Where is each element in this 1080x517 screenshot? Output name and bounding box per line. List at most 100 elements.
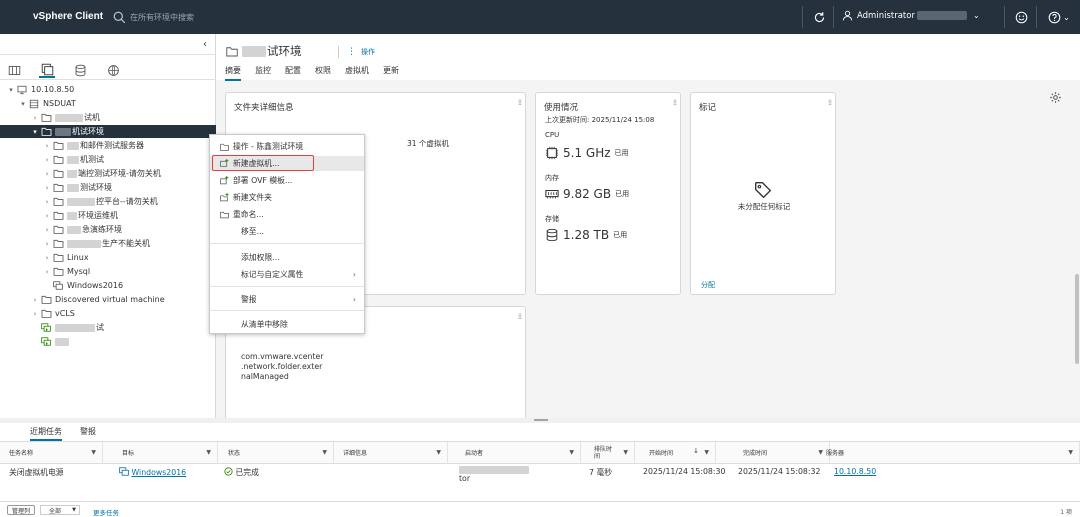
caret-right-icon[interactable]: › bbox=[42, 184, 52, 192]
tree-item[interactable]: Windows2016 bbox=[42, 279, 123, 292]
tree-item[interactable]: ▾ NSDUAT bbox=[18, 97, 76, 110]
storage-view-icon[interactable] bbox=[72, 62, 88, 78]
resize-knob[interactable] bbox=[534, 419, 548, 421]
actions-menu[interactable]: ⋮ 操作 bbox=[338, 46, 375, 58]
tree-item[interactable]: › 急演练环境 bbox=[42, 223, 122, 236]
column-header[interactable]: 完成时间 ▼ bbox=[734, 442, 830, 464]
hosts-clusters-view-icon[interactable] bbox=[6, 62, 22, 78]
column-header[interactable]: 排队时 间 ▼ bbox=[585, 442, 635, 464]
vms-templates-view-icon[interactable] bbox=[39, 62, 55, 78]
filter-icon[interactable]: ▼ bbox=[206, 449, 211, 456]
menu-item[interactable]: 新建文件夹 bbox=[210, 190, 364, 205]
menu-item[interactable]: 移至... bbox=[210, 224, 364, 239]
column-header[interactable]: 开始时间 ↓ ▼ bbox=[640, 442, 716, 464]
tab-updates[interactable]: 更新 bbox=[383, 65, 399, 81]
brand-name[interactable]: vSphere Client bbox=[33, 11, 103, 22]
tab-monitor[interactable]: 监控 bbox=[255, 65, 271, 81]
tree-item[interactable]: › Mysql bbox=[42, 265, 91, 278]
scrollbar-thumb[interactable] bbox=[1075, 274, 1079, 364]
caret-right-icon[interactable]: › bbox=[42, 170, 52, 178]
filter-icon[interactable]: ▼ bbox=[569, 449, 574, 456]
redacted-text bbox=[55, 113, 83, 122]
tree-item[interactable]: › 测试环境 bbox=[42, 181, 112, 194]
column-header[interactable]: 详细信息 ▼ bbox=[334, 442, 448, 464]
target-link[interactable]: Windows2016 bbox=[131, 468, 186, 477]
drag-handle-icon[interactable]: ⁞⁞ bbox=[518, 312, 522, 321]
filter-icon[interactable]: ▼ bbox=[1068, 449, 1073, 456]
global-search[interactable] bbox=[113, 9, 250, 25]
tree-item[interactable] bbox=[30, 335, 70, 348]
caret-right-icon[interactable]: › bbox=[42, 268, 52, 276]
filter-icon[interactable]: ▼ bbox=[623, 449, 628, 456]
caret-right-icon[interactable]: › bbox=[42, 212, 52, 220]
tab-recent-tasks[interactable]: 近期任务 bbox=[30, 426, 62, 441]
tab-vms[interactable]: 虚拟机 bbox=[345, 65, 369, 81]
tree-item[interactable]: › 端控测试环境-请勿关机 bbox=[42, 167, 161, 180]
tree-item[interactable]: ▾ 10.10.8.50 bbox=[6, 83, 74, 96]
column-header[interactable]: 任务名称 ▼ bbox=[0, 442, 103, 464]
search-input[interactable] bbox=[130, 12, 250, 22]
tree-item[interactable]: › Linux bbox=[42, 251, 89, 264]
caret-right-icon[interactable]: › bbox=[30, 114, 40, 122]
help-menu[interactable]: ⌄ bbox=[1047, 9, 1071, 25]
caret-right-icon[interactable]: › bbox=[42, 240, 52, 248]
assign-tag-link[interactable]: 分配 bbox=[701, 280, 715, 290]
caret-right-icon[interactable]: › bbox=[30, 296, 40, 304]
column-header[interactable]: 启动者 ▼ bbox=[456, 442, 581, 464]
menu-item[interactable]: 标记与自定义属性 › bbox=[210, 267, 364, 282]
networking-view-icon[interactable] bbox=[105, 62, 121, 78]
more-tasks-link[interactable]: 更多任务 bbox=[93, 507, 119, 517]
menu-item[interactable]: 从清单中移除 bbox=[210, 317, 364, 332]
filter-icon[interactable]: ▼ bbox=[91, 449, 96, 456]
caret-down-icon[interactable]: ▾ bbox=[6, 86, 16, 94]
gear-icon[interactable] bbox=[1049, 91, 1062, 106]
refresh-icon[interactable] bbox=[811, 9, 827, 25]
tab-alarms[interactable]: 警报 bbox=[80, 426, 96, 441]
tab-configure[interactable]: 配置 bbox=[285, 65, 301, 81]
menu-item[interactable]: 部署 OVF 模板... bbox=[210, 173, 364, 188]
menu-item[interactable]: 重命名... bbox=[210, 207, 364, 222]
manage-columns-button[interactable]: 管理列 bbox=[7, 505, 36, 515]
menu-item[interactable]: 警报 › bbox=[210, 292, 364, 307]
menu-item[interactable]: 添加权限... bbox=[210, 250, 364, 265]
tree-item[interactable]: › 机测试 bbox=[42, 153, 104, 166]
menu-item[interactable]: 新建虚拟机... bbox=[210, 156, 364, 171]
tab-summary[interactable]: 摘要 bbox=[225, 65, 241, 81]
caret-down-icon[interactable]: ▾ bbox=[30, 128, 40, 136]
caret-right-icon[interactable]: › bbox=[42, 142, 52, 150]
target-cell[interactable]: Windows2016 bbox=[119, 467, 186, 477]
server-cell[interactable]: 10.10.8.50 bbox=[834, 467, 876, 476]
user-menu[interactable]: Administrator ⌄ bbox=[842, 10, 980, 21]
drag-handle-icon[interactable]: ⁞⁞ bbox=[828, 98, 832, 107]
tree-item[interactable]: 试 bbox=[30, 321, 104, 334]
filter-icon[interactable]: ▼ bbox=[436, 449, 441, 456]
filter-icon[interactable]: ▼ bbox=[704, 449, 709, 456]
column-header[interactable]: 目标 ▼ bbox=[113, 442, 218, 464]
tree-item[interactable]: › 环境运维机 bbox=[42, 209, 118, 222]
column-header[interactable]: 状态 ▼ bbox=[219, 442, 334, 464]
collapse-panel-icon[interactable]: ‹ bbox=[203, 39, 207, 50]
tree-item[interactable]: › 生产不能关机 bbox=[42, 237, 150, 250]
task-filter-select[interactable]: 全部 ▼ bbox=[40, 505, 80, 515]
caret-right-icon[interactable]: › bbox=[42, 156, 52, 164]
tree-item[interactable]: › 试机 bbox=[30, 111, 100, 124]
caret-right-icon[interactable]: › bbox=[42, 226, 52, 234]
main-scrollbar[interactable] bbox=[1074, 34, 1080, 418]
tree-item[interactable]: › 和邮件测试服务器 bbox=[42, 139, 144, 152]
tree-item[interactable]: ▾ 机试环境 bbox=[0, 125, 216, 138]
column-header[interactable]: 服务器 ▼ bbox=[817, 442, 1080, 464]
filter-icon[interactable]: ▼ bbox=[322, 449, 327, 456]
tree-item[interactable]: › 控平台--请勿关机 bbox=[42, 195, 158, 208]
tree-item[interactable]: › Discovered virtual machine bbox=[30, 293, 165, 306]
caret-down-icon[interactable]: ▾ bbox=[18, 100, 28, 108]
caret-right-icon[interactable]: › bbox=[42, 254, 52, 262]
smiley-feedback-icon[interactable] bbox=[1013, 9, 1029, 25]
caret-right-icon[interactable]: › bbox=[42, 198, 52, 206]
drag-handle-icon[interactable]: ⁞⁞ bbox=[673, 98, 677, 107]
tab-permissions[interactable]: 权限 bbox=[315, 65, 331, 81]
server-link[interactable]: 10.10.8.50 bbox=[834, 467, 876, 476]
tree-item[interactable]: › vCLS bbox=[30, 307, 75, 320]
caret-right-icon[interactable]: › bbox=[30, 310, 40, 318]
drag-handle-icon[interactable]: ⁞⁞ bbox=[518, 98, 522, 107]
sort-arrow-icon[interactable]: ↓ bbox=[693, 448, 699, 455]
